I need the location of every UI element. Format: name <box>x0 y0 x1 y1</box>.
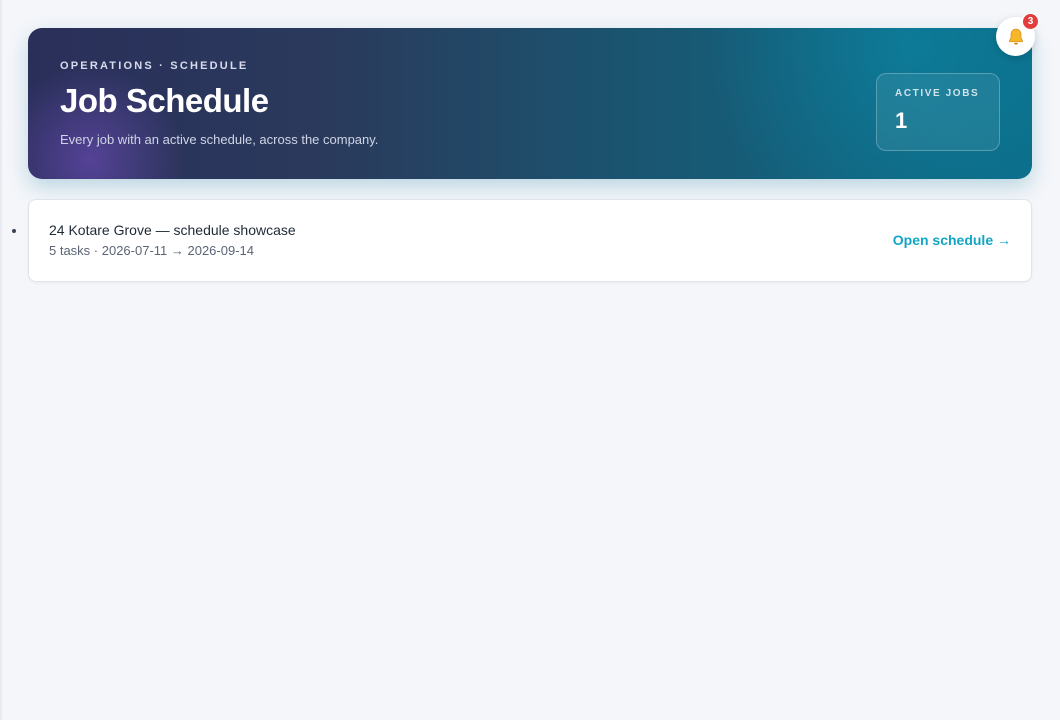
job-title: 24 Kotare Grove — schedule showcase <box>49 222 296 238</box>
active-jobs-label: ACTIVE JOBS <box>895 88 980 99</box>
bell-icon <box>1008 28 1023 45</box>
job-meta: 5 tasks · 2026-07-11 → 2026-09-14 <box>49 243 254 258</box>
list-bullet <box>12 229 16 233</box>
job-card: 24 Kotare Grove — schedule showcase 5 ta… <box>28 199 1032 282</box>
active-jobs-stat: ACTIVE JOBS 1 <box>876 73 1000 151</box>
active-jobs-count: 1 <box>895 108 908 133</box>
left-edge-shadow <box>0 0 3 720</box>
notification-count-badge: 3 <box>1022 13 1039 30</box>
page-subtitle: Every job with an active schedule, acros… <box>60 132 379 147</box>
page-title: Job Schedule <box>60 82 269 119</box>
open-schedule-link[interactable]: Open schedule → <box>893 232 1011 248</box>
page-header: OPERATIONS · SCHEDULE Job Schedule Every… <box>28 28 1032 179</box>
breadcrumb: OPERATIONS · SCHEDULE <box>60 60 249 72</box>
